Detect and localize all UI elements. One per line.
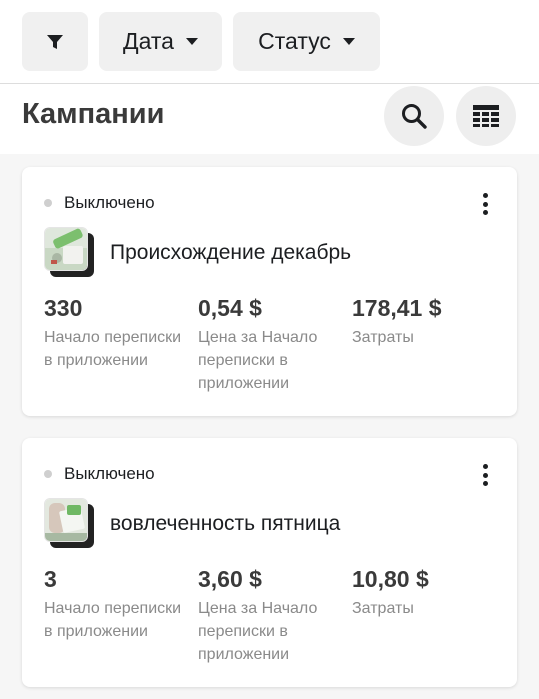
date-filter-label: Дата [123, 28, 174, 54]
metric-value: 0,54 $ [198, 295, 262, 321]
chevron-down-icon [185, 38, 198, 45]
status-label: Выключено [64, 464, 155, 483]
status-filter-label: Статус [258, 28, 331, 54]
metric-cost-per-result: 0,54 $ Цена за Начало переписки в прилож… [198, 295, 338, 395]
chevron-down-icon [342, 38, 355, 45]
table-icon [473, 105, 499, 127]
campaign-card[interactable]: Выключено Происхождение декабрь 330 Нача… [22, 167, 517, 416]
metric-spend: 10,80 $ Затраты [352, 566, 492, 620]
filter-icon [47, 34, 63, 49]
metric-label: Начало переписки в приложении [44, 329, 182, 369]
image-icon [45, 499, 87, 541]
metric-cost-per-result: 3,60 $ Цена за Начало переписки в прилож… [198, 566, 338, 666]
filter-button[interactable] [22, 12, 88, 71]
filter-bar: Дата Статус [0, 0, 539, 84]
campaign-name: Происхождение декабрь [110, 241, 352, 264]
status-label: Выключено [64, 193, 155, 212]
campaign-name: вовлеченность пятница [110, 512, 341, 535]
more-options-button[interactable] [473, 191, 497, 217]
page-title: Кампании [22, 98, 165, 130]
more-options-button[interactable] [473, 462, 497, 488]
metric-conversations: 330 Начало переписки в приложении [44, 295, 184, 372]
status-dot [44, 470, 52, 478]
columns-button[interactable] [456, 86, 516, 146]
metric-value: 178,41 $ [352, 295, 442, 321]
more-icon [482, 193, 488, 198]
metric-label: Цена за Начало переписки в приложении [198, 600, 318, 663]
campaign-thumbnail [44, 498, 94, 548]
search-icon [402, 104, 427, 129]
metric-label: Цена за Начало переписки в приложении [198, 329, 318, 392]
metric-label: Начало переписки в приложении [44, 600, 182, 640]
metric-label: Затраты [352, 600, 414, 617]
page-header: Кампании [0, 84, 539, 154]
more-icon [482, 464, 488, 469]
image-icon [45, 228, 87, 270]
metric-value: 10,80 $ [352, 566, 429, 592]
status-dot [44, 199, 52, 207]
metric-label: Затраты [352, 329, 414, 346]
metric-value: 3 [44, 566, 57, 592]
campaign-thumbnail [44, 227, 94, 277]
metric-value: 330 [44, 295, 83, 321]
metric-value: 3,60 $ [198, 566, 262, 592]
status-filter-dropdown[interactable]: Статус [233, 12, 380, 71]
metric-conversations: 3 Начало переписки в приложении [44, 566, 184, 643]
search-button[interactable] [384, 86, 444, 146]
metric-spend: 178,41 $ Затраты [352, 295, 492, 349]
date-filter-dropdown[interactable]: Дата [99, 12, 222, 71]
campaign-card[interactable]: Выключено вовлеченность пятница 3 Начало… [22, 438, 517, 687]
